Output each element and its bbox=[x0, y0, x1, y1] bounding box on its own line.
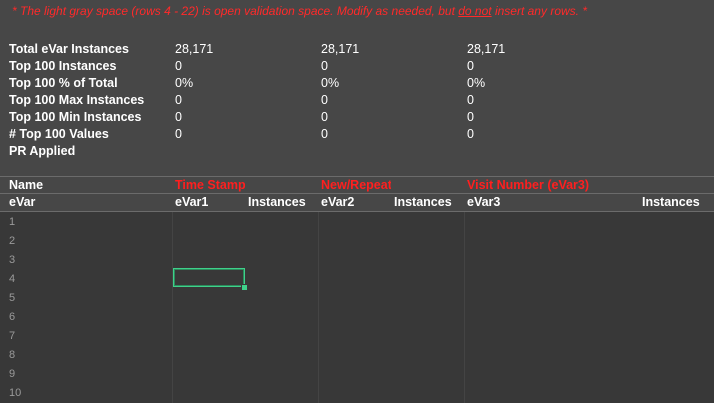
selected-cell[interactable] bbox=[173, 268, 245, 287]
note-text-emphasis: do not bbox=[458, 4, 492, 18]
summary-value-evar2[interactable]: 28,171 bbox=[321, 41, 359, 58]
visit-number-header[interactable]: Visit Number (eVar3) bbox=[467, 177, 589, 194]
name-header[interactable]: Name bbox=[9, 177, 43, 194]
summary-value-evar2[interactable]: 0 bbox=[321, 58, 328, 75]
summary-label[interactable]: # Top 100 Values bbox=[9, 126, 109, 143]
new-repeat-header[interactable]: New/Repeat bbox=[321, 177, 391, 194]
row-number: 1 bbox=[9, 216, 16, 228]
summary-row: Top 100 Max Instances 0 0 0 bbox=[0, 92, 714, 109]
summary-label[interactable]: Top 100 Min Instances bbox=[9, 109, 141, 126]
summary-table: Total eVar Instances 28,171 28,171 28,17… bbox=[0, 41, 714, 160]
summary-label[interactable]: Total eVar Instances bbox=[9, 41, 129, 58]
fill-handle[interactable] bbox=[241, 284, 248, 291]
summary-value-evar1[interactable]: 0 bbox=[175, 109, 182, 126]
evar-header-row: eVar eVar1 Instances eVar2 Instances eVa… bbox=[0, 194, 714, 211]
time-stamp-header[interactable]: Time Stamp bbox=[175, 177, 245, 194]
summary-label[interactable]: PR Applied bbox=[9, 143, 75, 160]
name-header-row: Name Time Stamp New/Repeat Visit Number … bbox=[0, 177, 714, 194]
evar2-header[interactable]: eVar2 bbox=[321, 194, 354, 211]
summary-row: Top 100 Instances 0 0 0 bbox=[0, 58, 714, 75]
note-text-end: insert any rows. * bbox=[491, 4, 587, 18]
row-number: 6 bbox=[9, 311, 16, 323]
summary-value-evar3[interactable]: 0 bbox=[467, 126, 474, 143]
row-number: 2 bbox=[9, 235, 16, 247]
column-divider bbox=[318, 212, 319, 403]
note-text-start: * The light gray space (rows 4 - 22) is … bbox=[12, 4, 459, 18]
summary-row: Top 100 Min Instances 0 0 0 bbox=[0, 109, 714, 126]
evar3-header[interactable]: eVar3 bbox=[467, 194, 500, 211]
instances-header-1[interactable]: Instances bbox=[248, 194, 306, 211]
evar1-header[interactable]: eVar1 bbox=[175, 194, 208, 211]
summary-value-evar2[interactable]: 0% bbox=[321, 75, 339, 92]
row-number: 4 bbox=[9, 273, 16, 285]
instances-header-2[interactable]: Instances bbox=[394, 194, 452, 211]
summary-value-evar1[interactable]: 0 bbox=[175, 92, 182, 109]
summary-value-evar2[interactable]: 0 bbox=[321, 92, 328, 109]
summary-value-evar2[interactable]: 0 bbox=[321, 109, 328, 126]
instances-header-3[interactable]: Instances bbox=[642, 194, 700, 211]
validation-note: * The light gray space (rows 4 - 22) is … bbox=[12, 3, 587, 19]
row-number: 9 bbox=[9, 368, 16, 380]
summary-value-evar1[interactable]: 0 bbox=[175, 58, 182, 75]
summary-value-evar3[interactable]: 0 bbox=[467, 58, 474, 75]
summary-label[interactable]: Top 100 Max Instances bbox=[9, 92, 144, 109]
summary-label[interactable]: Top 100 Instances bbox=[9, 58, 116, 75]
summary-value-evar1[interactable]: 0% bbox=[175, 75, 193, 92]
evar-header[interactable]: eVar bbox=[9, 194, 35, 211]
summary-row: Top 100 % of Total 0% 0% 0% bbox=[0, 75, 714, 92]
summary-value-evar3[interactable]: 0 bbox=[467, 92, 474, 109]
summary-row: PR Applied bbox=[0, 143, 714, 160]
spreadsheet-view: * The light gray space (rows 4 - 22) is … bbox=[0, 0, 714, 403]
summary-value-evar3[interactable]: 0 bbox=[467, 109, 474, 126]
column-divider bbox=[464, 212, 465, 403]
summary-label[interactable]: Top 100 % of Total bbox=[9, 75, 118, 92]
row-number: 5 bbox=[9, 292, 16, 304]
summary-value-evar1[interactable]: 28,171 bbox=[175, 41, 213, 58]
validation-grid[interactable]: 1 2 3 4 5 6 7 8 9 10 bbox=[0, 212, 714, 403]
summary-value-evar2[interactable]: 0 bbox=[321, 126, 328, 143]
row-number: 8 bbox=[9, 349, 16, 361]
summary-value-evar1[interactable]: 0 bbox=[175, 126, 182, 143]
row-number: 7 bbox=[9, 330, 16, 342]
summary-row: # Top 100 Values 0 0 0 bbox=[0, 126, 714, 143]
summary-value-evar3[interactable]: 0% bbox=[467, 75, 485, 92]
summary-value-evar3[interactable]: 28,171 bbox=[467, 41, 505, 58]
summary-row: Total eVar Instances 28,171 28,171 28,17… bbox=[0, 41, 714, 58]
row-number: 10 bbox=[9, 387, 22, 399]
row-number: 3 bbox=[9, 254, 16, 266]
column-divider bbox=[172, 212, 173, 403]
